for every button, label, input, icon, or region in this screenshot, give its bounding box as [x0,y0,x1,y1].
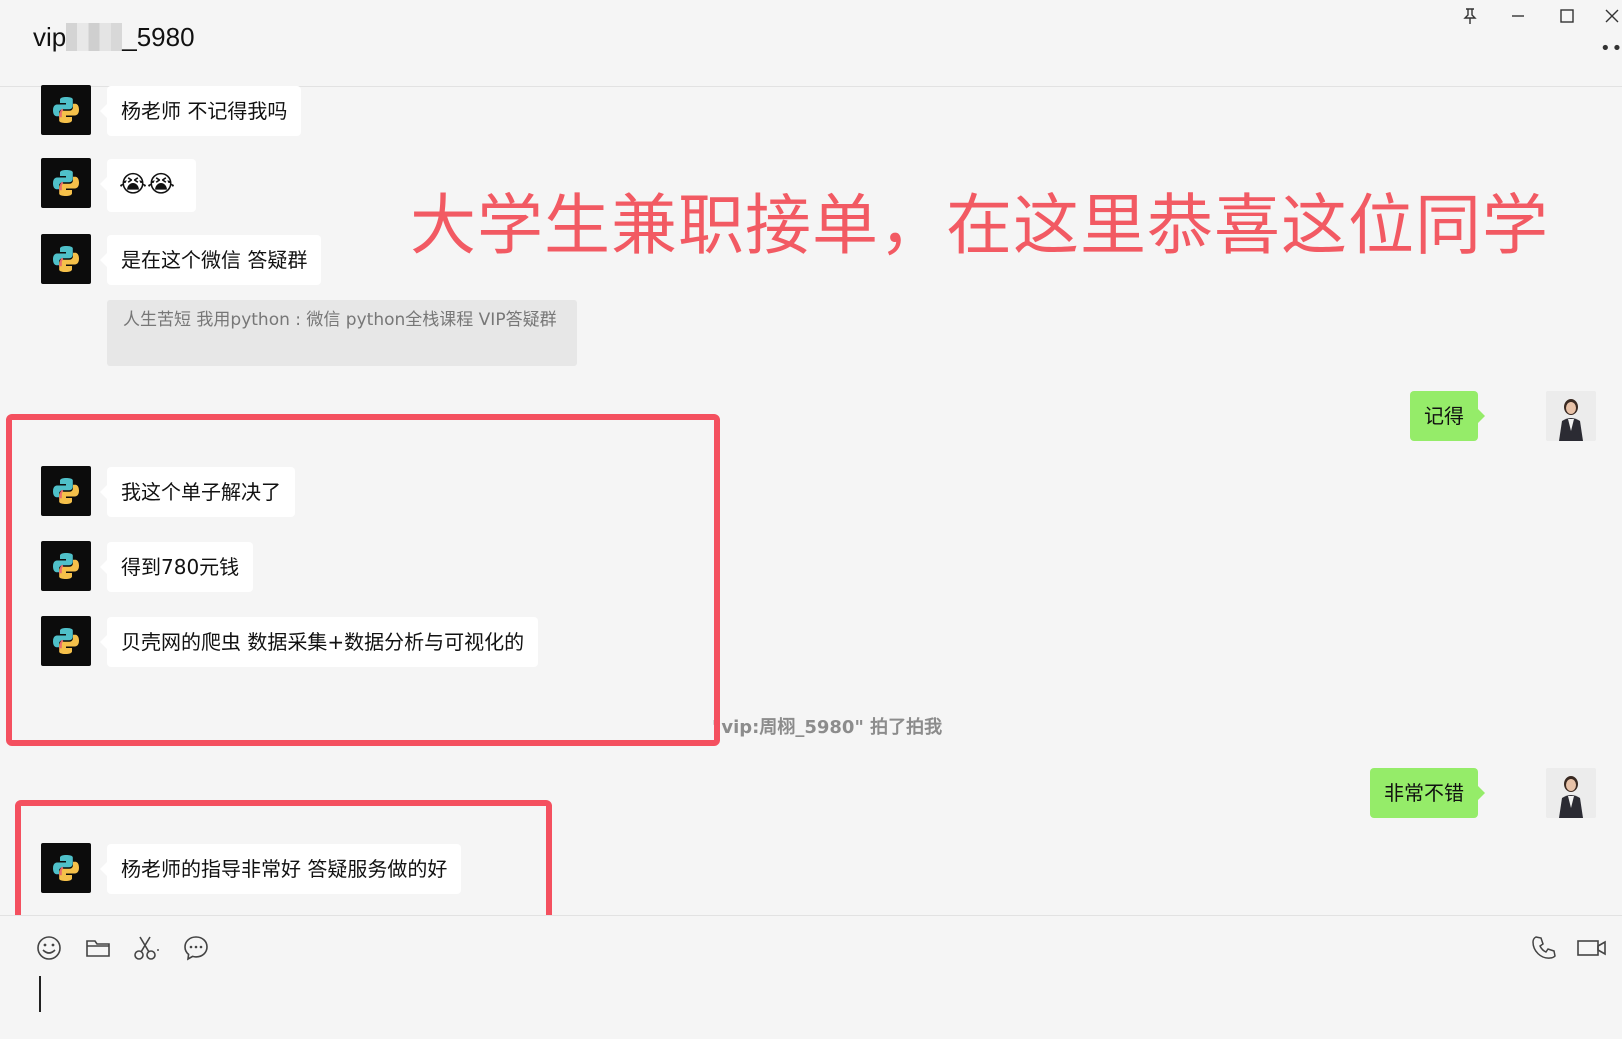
text-caret[interactable] [39,976,41,1012]
outgoing-message-bubble[interactable]: 记得 [1410,391,1485,441]
pin-icon[interactable] [1456,4,1484,28]
phone-icon[interactable] [1528,932,1560,964]
close-icon[interactable] [1598,4,1622,28]
outgoing-message-bubble[interactable]: 非常不错 [1370,768,1485,818]
message-bubble[interactable]: 杨老师 不记得我吗 [99,86,302,136]
avatar[interactable] [41,234,91,284]
python-logo-icon [53,170,79,196]
python-logo-icon [53,246,79,272]
message-bubble[interactable]: 😭😭 [100,159,196,212]
scissors-icon[interactable] [131,932,163,964]
avatar[interactable] [41,158,91,208]
emoji-icon[interactable] [33,932,65,964]
more-icon[interactable]: •• [1600,38,1622,62]
title-bar: vip _5980 •• [0,0,1622,87]
system-notice: "vip:周栩_5980" 拍了拍我 [712,717,943,738]
redacted-name [66,23,123,51]
message-bubble[interactable]: 是在这个微信 答疑群 [99,235,322,285]
promo-headline: 大学生兼职接单，在这里恭喜这位同学 [410,187,1549,264]
chat-title: vip _5980 [33,22,195,53]
message-input-area[interactable] [0,915,1622,1039]
maximize-icon[interactable] [1553,4,1581,28]
highlight-box-2 [15,800,552,932]
video-call-icon[interactable] [1574,932,1610,964]
highlight-box-1 [6,414,720,746]
python-logo-icon [53,97,79,123]
minimize-icon[interactable] [1504,4,1532,28]
quoted-message[interactable]: 人生苦短 我用python : 微信 python全栈课程 VIP答疑群 [107,300,577,366]
user-avatar[interactable] [1546,391,1596,441]
user-avatar[interactable] [1546,768,1596,818]
chat-history-icon[interactable] [180,932,212,964]
chat-title-prefix: vip [33,22,67,52]
chat-title-suffix: _5980 [122,22,195,52]
avatar[interactable] [41,85,91,135]
folder-icon[interactable] [82,932,114,964]
